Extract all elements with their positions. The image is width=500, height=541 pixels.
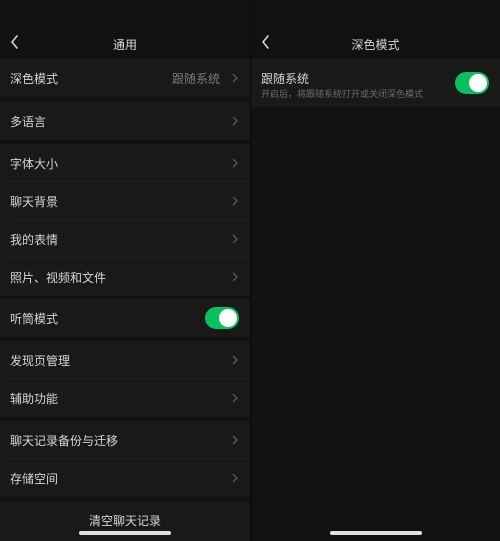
settings-group-storage: 聊天记录备份与迁移 存储空间	[0, 421, 250, 497]
discover-manage-cell[interactable]: 发现页管理	[0, 341, 250, 379]
chevron-right-icon	[232, 158, 238, 168]
home-indicator	[79, 531, 171, 535]
my-stickers-cell[interactable]: 我的表情	[0, 220, 250, 258]
discover-manage-label: 发现页管理	[10, 353, 71, 368]
storage-label: 存储空间	[10, 471, 59, 486]
language-label: 多语言	[10, 114, 47, 129]
chevron-right-icon	[232, 272, 238, 282]
accessibility-label: 辅助功能	[10, 391, 59, 406]
settings-group-language: 多语言	[0, 102, 250, 140]
navigation-bar: 深色模式	[251, 0, 500, 58]
follow-system-label: 跟随系统	[261, 72, 310, 86]
toggle-knob	[219, 309, 237, 327]
accessibility-cell[interactable]: 辅助功能	[0, 379, 250, 417]
chevron-right-icon	[232, 473, 238, 483]
dark-mode-label: 深色模式	[10, 71, 59, 86]
earpiece-mode-toggle[interactable]	[205, 307, 239, 329]
dark-mode-screen: 深色模式 跟随系统 开启后，将跟随系统打开或关闭深色模式	[251, 0, 500, 541]
toggle-knob	[469, 74, 487, 92]
page-title: 通用	[112, 38, 137, 52]
settings-group-earpiece: 听筒模式	[0, 299, 250, 337]
general-settings-screen: 通用 深色模式 跟随系统 多语言 字体大小 聊天背景 我的表情 照片、视频和文件…	[0, 0, 250, 541]
home-indicator	[329, 531, 422, 535]
chevron-right-icon	[232, 393, 238, 403]
chevron-right-icon	[232, 435, 238, 445]
chat-background-label: 聊天背景	[10, 194, 59, 209]
settings-group-chat: 字体大小 聊天背景 我的表情 照片、视频和文件	[0, 144, 250, 296]
chevron-right-icon	[232, 355, 238, 365]
settings-group-features: 发现页管理 辅助功能	[0, 341, 250, 417]
clear-chat-history-button[interactable]: 清空聊天记录	[0, 512, 250, 529]
media-files-label: 照片、视频和文件	[10, 270, 107, 285]
chevron-right-icon	[232, 73, 238, 83]
chat-backup-cell[interactable]: 聊天记录备份与迁移	[0, 421, 250, 459]
my-stickers-label: 我的表情	[10, 232, 59, 247]
dark-mode-value: 跟随系统	[171, 71, 220, 86]
page-title: 深色模式	[351, 38, 400, 52]
earpiece-mode-cell: 听筒模式	[0, 299, 250, 337]
navigation-bar: 通用	[0, 0, 250, 58]
language-cell[interactable]: 多语言	[0, 102, 250, 140]
follow-system-cell: 跟随系统 开启后，将跟随系统打开或关闭深色模式	[251, 59, 500, 107]
font-size-cell[interactable]: 字体大小	[0, 144, 250, 182]
follow-system-toggle[interactable]	[455, 72, 489, 94]
follow-system-description: 开启后，将跟随系统打开或关闭深色模式	[261, 90, 424, 100]
dark-mode-cell[interactable]: 深色模式 跟随系统	[0, 59, 250, 97]
chat-background-cell[interactable]: 聊天背景	[0, 182, 250, 220]
earpiece-mode-label: 听筒模式	[10, 311, 59, 326]
chevron-right-icon	[232, 196, 238, 206]
chevron-right-icon	[232, 234, 238, 244]
chat-backup-label: 聊天记录备份与迁移	[10, 433, 119, 448]
media-files-cell[interactable]: 照片、视频和文件	[0, 258, 250, 296]
chevron-right-icon	[232, 116, 238, 126]
font-size-label: 字体大小	[10, 156, 59, 171]
storage-cell[interactable]: 存储空间	[0, 459, 250, 497]
settings-group-clear: 清空聊天记录	[0, 502, 250, 541]
settings-group-display: 深色模式 跟随系统	[0, 59, 250, 97]
